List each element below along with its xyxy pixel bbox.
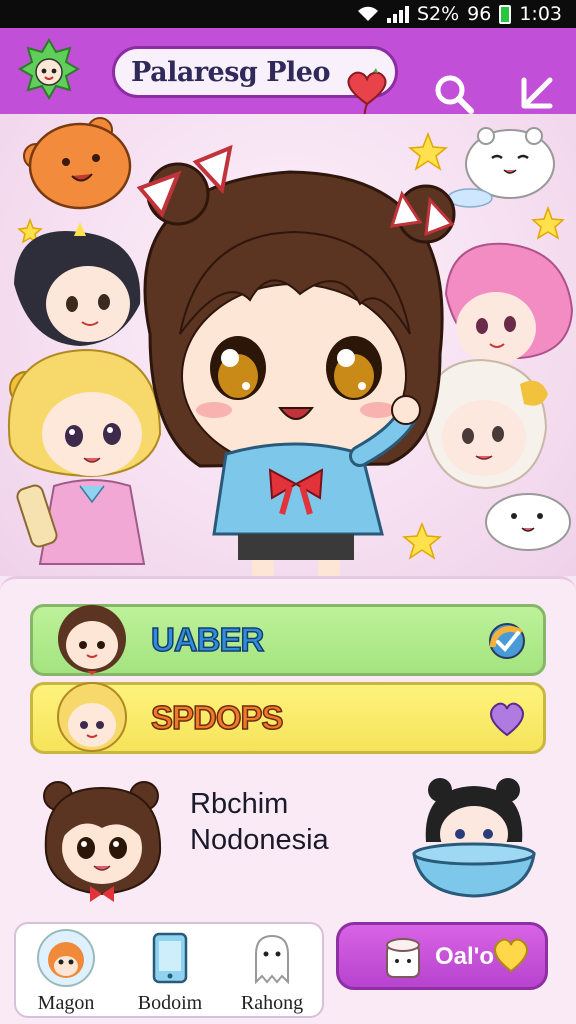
- signal-icon: [386, 5, 409, 23]
- battery-icon: [499, 4, 512, 24]
- spdops-card-label: SPDOPS: [150, 698, 284, 737]
- signal-label: 96: [467, 3, 492, 25]
- app-title: Palaresg Pleo: [131, 56, 330, 88]
- orange-bear-icon: [23, 117, 132, 210]
- carrier-label: S2%: [416, 3, 460, 25]
- app-bar: Palaresg Pleo: [0, 28, 576, 129]
- rainbow-check-icon: [489, 623, 525, 659]
- search-button[interactable]: [430, 70, 478, 118]
- heart-sparkle-icon: [494, 938, 528, 973]
- white-haired-chibi-icon: [422, 358, 548, 490]
- fox-avatar-icon: [37, 929, 95, 987]
- ghost-icon: [255, 934, 289, 985]
- main-chibi-girl-illustration: [136, 144, 456, 576]
- info-subtitle: Nodonesia: [190, 824, 329, 856]
- heart-icon: [490, 702, 524, 737]
- nav-label-magon: Magon: [37, 992, 95, 1014]
- white-blob-creature-icon: [447, 127, 555, 208]
- nav-item-magon[interactable]: Magon: [16, 924, 116, 1018]
- bottom-nav: Magon Bodoim Rahong: [14, 922, 324, 1018]
- collapse-button[interactable]: [512, 70, 560, 118]
- nav-item-rahong[interactable]: Rahong: [222, 924, 322, 1018]
- uaber-card-label: UABER: [150, 620, 265, 659]
- uaber-card-button[interactable]: UABER: [30, 604, 546, 676]
- status-bar: S2% 96 1:03: [0, 0, 576, 28]
- pink-haired-chibi-icon: [444, 242, 574, 364]
- wifi-icon: [357, 6, 378, 21]
- phone-icon: [152, 932, 188, 984]
- hero-illustration: [0, 114, 576, 576]
- info-title: Rbchim: [190, 788, 289, 820]
- primary-action-label: Oal'o: [435, 943, 495, 970]
- app-logo-icon[interactable]: [16, 36, 82, 102]
- blonde-chibi-thumb-icon: [57, 682, 127, 752]
- nav-label-rahong: Rahong: [240, 992, 304, 1014]
- chibi-girl-thumb-icon: [58, 605, 126, 675]
- chibi-girl-avatar-icon: [43, 781, 162, 902]
- white-seal-creature-icon: [485, 493, 571, 551]
- arrow-down-left-icon: [521, 77, 553, 109]
- nav-label-bodoim: Bodoim: [137, 992, 203, 1014]
- clock: 1:03: [519, 3, 562, 25]
- nav-item-bodoim[interactable]: Bodoim: [120, 924, 220, 1018]
- info-row: Rbchim Nodonesia: [0, 766, 576, 916]
- bear-in-bowl-icon: [412, 778, 536, 898]
- search-icon: [435, 75, 474, 114]
- primary-action-button[interactable]: Oal'o: [336, 922, 548, 990]
- blonde-chibi-icon: [8, 348, 162, 565]
- dark-haired-chibi-icon: [14, 222, 141, 346]
- marshmallow-icon: [386, 938, 420, 978]
- spdops-card-button[interactable]: SPDOPS: [30, 682, 546, 754]
